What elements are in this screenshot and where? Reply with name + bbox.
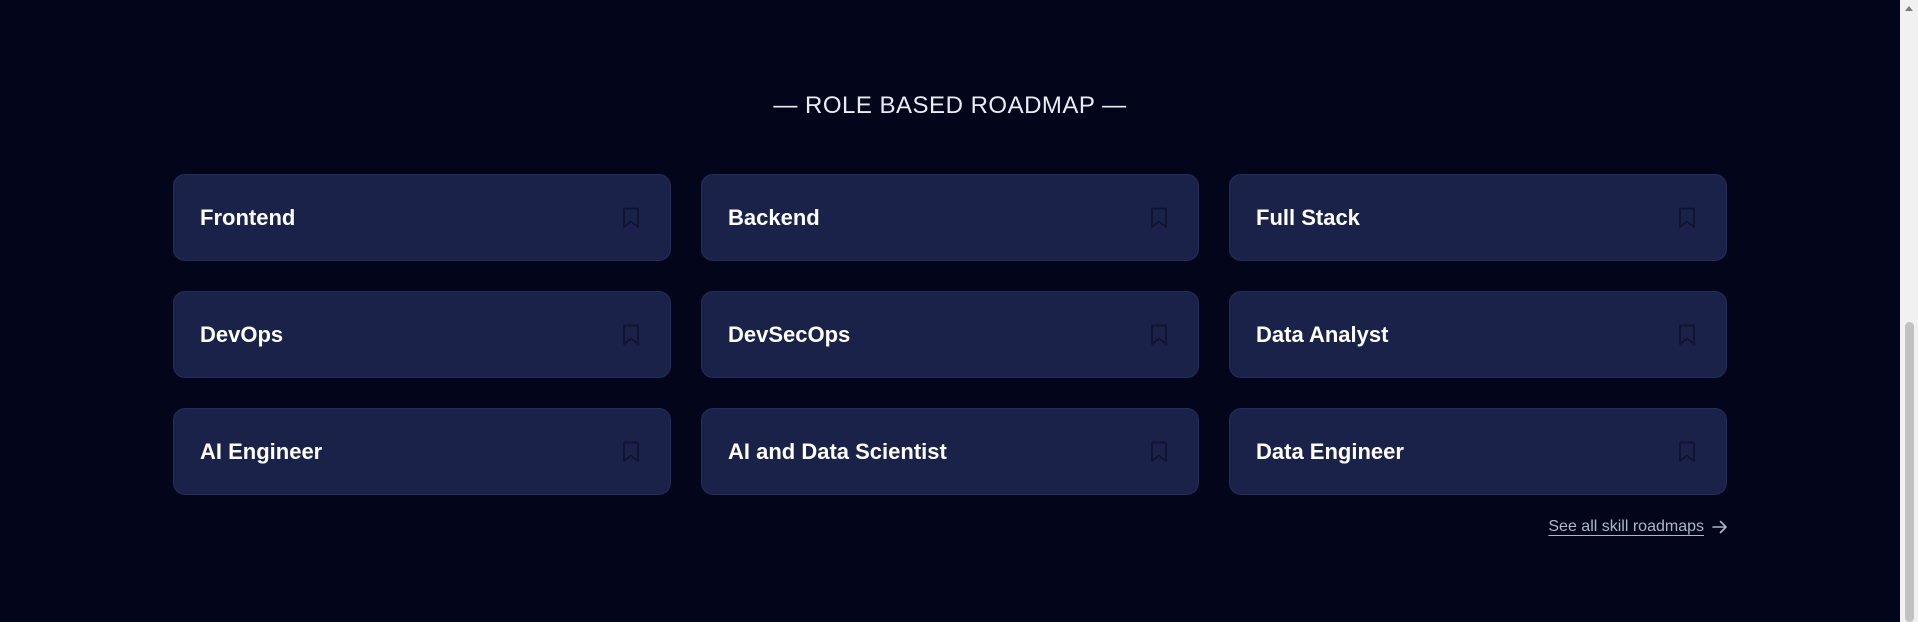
scroll-up-icon[interactable] xyxy=(1905,6,1913,11)
roadmap-card-label: Data Analyst xyxy=(1256,321,1389,347)
bookmark-icon[interactable] xyxy=(622,324,640,346)
roadmap-card-frontend[interactable]: Frontend xyxy=(173,174,671,261)
bookmark-icon[interactable] xyxy=(1678,207,1696,229)
bookmark-icon[interactable] xyxy=(1678,324,1696,346)
roadmap-card-label: AI and Data Scientist xyxy=(728,438,947,464)
roadmap-card-devsecops[interactable]: DevSecOps xyxy=(701,291,1199,378)
bookmark-icon[interactable] xyxy=(1150,324,1168,346)
roadmap-card-label: Full Stack xyxy=(1256,204,1360,230)
bookmark-icon[interactable] xyxy=(1678,441,1696,463)
roadmap-card-label: Data Engineer xyxy=(1256,438,1404,464)
arrow-right-icon xyxy=(1712,520,1728,534)
bookmark-icon[interactable] xyxy=(1150,207,1168,229)
page: — ROLE BASED ROADMAP — Frontend Backend … xyxy=(0,0,1918,622)
roadmap-card-ai-engineer[interactable]: AI Engineer xyxy=(173,408,671,495)
scrollbar-thumb[interactable] xyxy=(1905,322,1914,622)
roadmap-card-full-stack[interactable]: Full Stack xyxy=(1229,174,1727,261)
roadmap-card-label: Backend xyxy=(728,204,820,230)
roadmap-card-backend[interactable]: Backend xyxy=(701,174,1199,261)
section-title: — ROLE BASED ROADMAP — xyxy=(773,92,1127,119)
roadmap-card-devops[interactable]: DevOps xyxy=(173,291,671,378)
vertical-scrollbar[interactable] xyxy=(1900,0,1918,622)
see-all-roadmaps-link[interactable]: See all skill roadmaps xyxy=(1548,518,1728,536)
bookmark-icon[interactable] xyxy=(622,441,640,463)
roadmap-card-label: DevOps xyxy=(200,321,284,347)
see-all-label: See all skill roadmaps xyxy=(1548,518,1704,535)
roadmap-card-label: Frontend xyxy=(200,204,296,230)
roadmap-card-data-analyst[interactable]: Data Analyst xyxy=(1229,291,1727,378)
bookmark-icon[interactable] xyxy=(1150,441,1168,463)
bookmark-icon[interactable] xyxy=(622,207,640,229)
roadmap-card-label: DevSecOps xyxy=(728,321,851,347)
roadmap-card-data-engineer[interactable]: Data Engineer xyxy=(1229,408,1727,495)
roadmap-card-ai-data-scientist[interactable]: AI and Data Scientist xyxy=(701,408,1199,495)
roadmap-grid: Frontend Backend Full Stack DevOps DevSe… xyxy=(173,174,1728,495)
roadmap-card-label: AI Engineer xyxy=(200,438,323,464)
